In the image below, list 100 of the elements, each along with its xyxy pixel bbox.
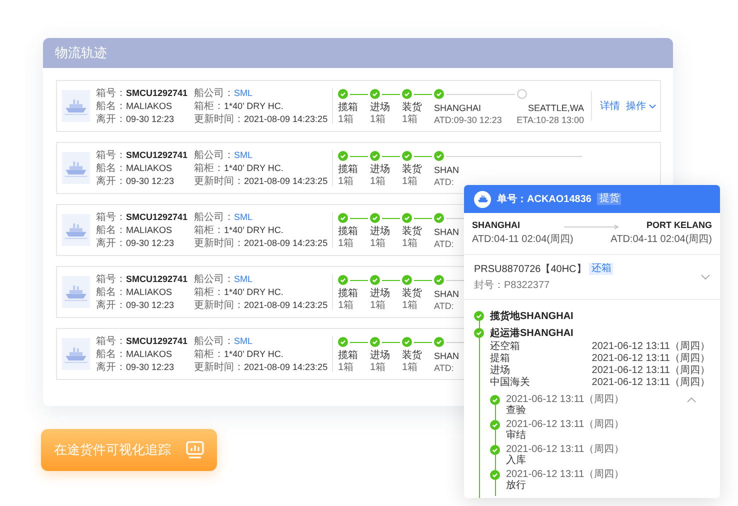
event-time: 2021-06-12 13:11（周四） — [592, 365, 710, 377]
stage-detail: 1箱 — [402, 238, 418, 250]
field-value: 2021-08-09 14:23:25 — [244, 114, 328, 124]
event-time: 2021-06-12 13:11（周四） — [506, 469, 624, 480]
field-value: SMCU1292741 — [126, 212, 188, 222]
event-name: 审结 — [506, 430, 527, 442]
stage-detail: 1箱 — [338, 300, 354, 312]
field-value: MALIAKOS — [126, 287, 172, 297]
field-value: MALIAKOS — [126, 101, 172, 111]
stage-detail: 1箱 — [402, 300, 418, 312]
field-value: 2021-08-09 14:23:25 — [244, 176, 328, 186]
field-label: 更新时间： — [194, 236, 244, 250]
field-label: 船名： — [96, 100, 126, 113]
stage-label: 进场 — [370, 102, 390, 114]
seal-number: 封号：P8322377 — [474, 278, 551, 292]
stage-detail: 1箱 — [402, 362, 418, 374]
field-label: 箱柜： — [194, 224, 224, 237]
field-label: 更新时间： — [194, 174, 244, 188]
stage-label: SHANGHAI — [434, 102, 482, 114]
event-name: 入库 — [506, 455, 527, 467]
field-value: 1*40’ DRY HC. — [224, 349, 284, 359]
field-value: 1*40’ DRY HC. — [224, 287, 284, 297]
check-icon — [490, 470, 500, 480]
field-label: 箱柜： — [194, 348, 224, 361]
field-label: 船公司： — [194, 149, 234, 162]
stage-detail: ATD: — [434, 300, 454, 312]
field-value: SMCU1292741 — [126, 150, 188, 160]
stage-label: 装货 — [402, 350, 422, 362]
caret-icon — [649, 104, 656, 108]
field-label: 箱号： — [96, 149, 126, 162]
stage-detail: 1箱 — [338, 362, 354, 374]
stage-detail: ATD: — [434, 176, 454, 188]
field-label: 箱柜： — [194, 286, 224, 299]
event-name: 提箱 — [490, 353, 510, 364]
stage-label: 进场 — [370, 226, 390, 238]
event-time: 2021-06-12 13:11（周四） — [592, 341, 710, 353]
port-time: ATD:04-11 02:04(周四) — [610, 233, 712, 246]
field-value: 09-30 12:23 — [126, 362, 174, 372]
field-label: 箱柜： — [194, 100, 224, 113]
field-label: 箱号： — [96, 211, 126, 224]
stage-label: 揽箱 — [338, 226, 358, 238]
field-value: 09-30 12:23 — [126, 114, 174, 124]
panel-title: 物流轨迹 — [55, 44, 107, 62]
stage-detail: 1箱 — [370, 300, 386, 312]
check-icon — [490, 445, 500, 455]
stage-label: 揽箱 — [338, 164, 358, 176]
field-label: 船名： — [96, 162, 126, 175]
event-time: 2021-06-12 13:11（周四） — [506, 394, 624, 405]
stage-label: 装货 — [402, 226, 422, 238]
stage-detail: ATD: — [434, 238, 454, 250]
stage-label: 装货 — [402, 288, 422, 300]
actions-menu[interactable]: 操作 — [626, 99, 656, 113]
stage-label: 进场 — [370, 288, 390, 300]
stage-detail: 1箱 — [338, 176, 354, 188]
chart-icon — [185, 440, 205, 460]
field-label: 箱柜： — [194, 162, 224, 175]
field-label: 船公司： — [194, 273, 234, 286]
field-value: SMCU1292741 — [126, 274, 188, 284]
field-label: 船公司： — [194, 87, 234, 100]
carrier-link[interactable]: SML — [234, 88, 253, 98]
stage-detail: ETA:10-28 13:00 — [516, 114, 584, 126]
check-icon — [490, 420, 500, 430]
stage-label: 揽箱 — [338, 350, 358, 362]
field-label: 船名： — [96, 348, 126, 361]
field-label: 箱号： — [96, 273, 126, 286]
event-name: 进场 — [490, 365, 510, 376]
field-value: 09-30 12:23 — [126, 238, 174, 248]
stage-detail: 1箱 — [338, 114, 354, 126]
stage-detail: 1箱 — [370, 238, 386, 250]
stage-detail: 1箱 — [402, 176, 418, 188]
event-name: 还空箱 — [490, 341, 520, 353]
stage-label: 装货 — [402, 102, 422, 114]
stage-detail: 1箱 — [402, 114, 418, 126]
carrier-link[interactable]: SML — [234, 336, 253, 346]
stage-detail: 1箱 — [338, 238, 354, 250]
field-label: 船名： — [96, 286, 126, 299]
status-tag: 还箱 — [589, 263, 614, 275]
carrier-link[interactable]: SML — [234, 274, 253, 284]
field-value: 2021-08-09 14:23:25 — [244, 300, 328, 310]
check-icon — [474, 310, 484, 320]
field-value: SMCU1292741 — [126, 336, 188, 346]
field-value: MALIAKOS — [126, 349, 172, 359]
event-time: 2021-06-12 13:11（周四） — [506, 419, 624, 430]
field-label: 离开： — [96, 360, 126, 374]
details-link[interactable]: 详情 — [600, 99, 620, 113]
field-label: 离开： — [96, 298, 126, 312]
stage-detail: ATD:09-30 12:23 — [434, 114, 502, 126]
stage-label: 揽箱 — [338, 288, 358, 300]
chevron-down-icon[interactable] — [701, 274, 710, 280]
field-label: 离开： — [96, 112, 126, 126]
field-value: MALIAKOS — [126, 163, 172, 173]
carrier-link[interactable]: SML — [234, 212, 253, 222]
chevron-up-icon[interactable] — [687, 397, 696, 403]
carrier-link[interactable]: SML — [234, 150, 253, 160]
check-icon — [490, 395, 500, 405]
field-value: 1*40’ DRY HC. — [224, 225, 284, 235]
field-value: 1*40’ DRY HC. — [224, 101, 284, 111]
stage-detail: 1箱 — [370, 362, 386, 374]
field-label: 离开： — [96, 236, 126, 250]
event-name: 放行 — [506, 480, 527, 492]
